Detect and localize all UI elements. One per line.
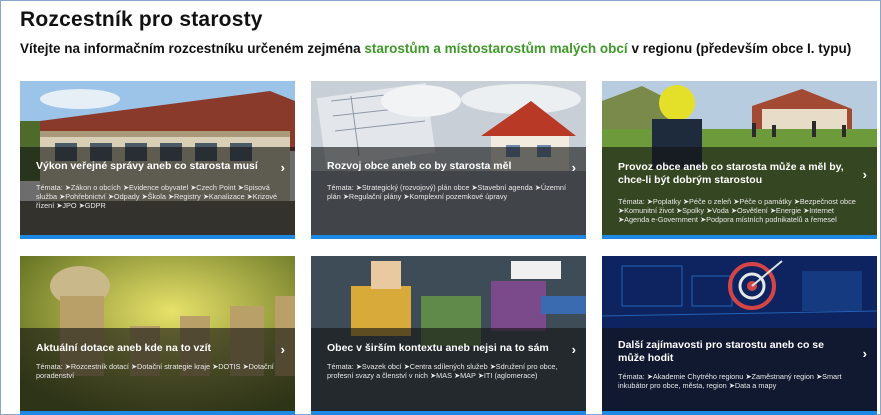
card-title: Výkon veřejné správy aneb co starosta mu… xyxy=(36,160,258,172)
card-topics: Témata: ➤Svazek obcí ➤Centra sdílených s… xyxy=(327,362,558,380)
card-topics: Témata: ➤Akademie Chytrého regionu ➤Zamě… xyxy=(618,372,842,390)
card-grid: Výkon veřejné správy aneb co starosta mu… xyxy=(20,81,877,415)
card-title: Provoz obce aneb co starosta může a měl … xyxy=(618,161,844,186)
chevron-right-icon: › xyxy=(862,346,867,361)
intro-text-before: Vítejte na informačním rozcestníku určen… xyxy=(20,41,365,56)
card-other-interests[interactable]: Další zajímavosti pro starostu aneb co s… xyxy=(602,256,877,415)
intro-text-after: v regionu (především obce I. typu) xyxy=(627,41,852,56)
card-public-administration[interactable]: Výkon veřejné správy aneb co starosta mu… xyxy=(20,81,295,239)
card-current-grants[interactable]: Aktuální dotace aneb kde na to vzít Téma… xyxy=(20,256,295,415)
card-municipal-operation[interactable]: Provoz obce aneb co starosta může a měl … xyxy=(602,81,877,239)
chevron-right-icon: › xyxy=(280,342,285,357)
card-topics: Témata: ➤Rozcestník dotací ➤Dotační stra… xyxy=(36,362,274,380)
chevron-right-icon: › xyxy=(862,167,867,182)
card-topics: Témata: ➤Strategický (rozvojový) plán ob… xyxy=(327,183,566,201)
card-topics: Témata: ➤Zákon o obcích ➤Evidence obyvat… xyxy=(36,183,278,210)
chevron-right-icon: › xyxy=(571,342,576,357)
card-municipal-development[interactable]: Rozvoj obce aneb co by starosta měl Téma… xyxy=(311,81,586,239)
intro-text: Vítejte na informačním rozcestníku určen… xyxy=(20,41,851,56)
card-wider-context[interactable]: Obec v širším kontextu aneb nejsi na to … xyxy=(311,256,586,415)
intro-highlight: starostům a místostarostům malých obcí xyxy=(364,41,628,56)
chevron-right-icon: › xyxy=(571,160,576,175)
card-title: Rozvoj obce aneb co by starosta měl xyxy=(327,160,512,172)
card-title: Obec v širším kontextu aneb nejsi na to … xyxy=(327,342,549,354)
chevron-right-icon: › xyxy=(280,160,285,175)
page-title: Rozcestník pro starosty xyxy=(20,8,263,31)
card-title: Aktuální dotace aneb kde na to vzít xyxy=(36,342,212,354)
card-topics: Témata: ➤Poplatky ➤Péče o zeleň ➤Péče o … xyxy=(618,197,856,224)
card-title: Další zajímavosti pro starostu aneb co s… xyxy=(618,339,824,364)
